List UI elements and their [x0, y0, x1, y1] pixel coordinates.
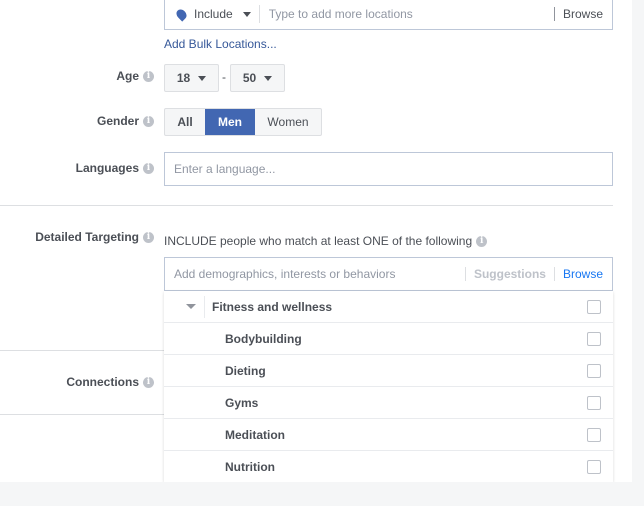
- suggestions-button[interactable]: Suggestions: [474, 267, 546, 281]
- detailed-targeting-input[interactable]: Add demographics, interests or behaviors: [174, 267, 465, 281]
- gender-women-button[interactable]: Women: [255, 109, 321, 135]
- location-pin-icon: [174, 6, 189, 22]
- item-label: Bodybuilding: [225, 331, 302, 346]
- include-dropdown[interactable]: Include: [194, 7, 251, 21]
- connections-label-text: Connections: [66, 375, 139, 389]
- list-item[interactable]: Nutrition: [164, 451, 613, 483]
- age-separator: -: [222, 70, 226, 84]
- scrollbar-track[interactable]: [632, 0, 644, 506]
- info-icon[interactable]: i: [476, 235, 488, 247]
- info-icon[interactable]: i: [143, 376, 154, 388]
- divider: [204, 295, 205, 318]
- item-label: Nutrition: [225, 459, 275, 474]
- info-icon[interactable]: i: [143, 162, 154, 174]
- languages-label-text: Languages: [75, 161, 139, 175]
- detailed-targeting-label: Detailed Targeting i: [35, 230, 154, 244]
- chevron-down-icon: [264, 75, 273, 81]
- divider: [258, 5, 260, 23]
- category-row[interactable]: Fitness and wellness: [164, 291, 613, 323]
- include-label: Include: [194, 7, 233, 21]
- detailed-targeting-input-box: Add demographics, interests or behaviors…: [164, 257, 613, 291]
- info-icon[interactable]: i: [143, 231, 154, 243]
- list-item[interactable]: Dieting: [164, 355, 613, 387]
- item-label: Meditation: [225, 427, 285, 442]
- section-divider: [0, 350, 164, 351]
- divider: [464, 267, 466, 281]
- browse-button[interactable]: Browse: [563, 267, 603, 281]
- language-input[interactable]: Enter a language...: [164, 152, 613, 186]
- age-label-text: Age: [116, 69, 139, 83]
- item-checkbox[interactable]: [587, 427, 601, 442]
- item-label: Gyms: [225, 395, 259, 410]
- section-divider: [0, 414, 164, 415]
- location-browse-button[interactable]: Browse: [563, 7, 603, 21]
- gender-label: Gender i: [97, 114, 154, 128]
- gender-label-text: Gender: [96, 114, 139, 128]
- add-bulk-locations-link[interactable]: Add Bulk Locations...: [164, 37, 277, 51]
- age-max-value: 50: [242, 71, 257, 85]
- gender-men-button[interactable]: Men: [205, 109, 255, 135]
- list-item[interactable]: Meditation: [164, 419, 613, 451]
- age-max-select[interactable]: 50: [230, 64, 285, 92]
- age-min-select[interactable]: 18: [164, 64, 219, 92]
- category-checkbox[interactable]: [587, 299, 601, 314]
- item-checkbox[interactable]: [587, 459, 601, 474]
- detailed-targeting-label-text: Detailed Targeting: [35, 230, 139, 244]
- list-item[interactable]: Bodybuilding: [164, 323, 613, 355]
- languages-label: Languages i: [76, 161, 154, 175]
- collapse-caret-icon[interactable]: [186, 304, 196, 309]
- page-footer-background: [0, 482, 644, 506]
- age-min-value: 18: [176, 71, 191, 85]
- location-search-input[interactable]: Type to add more locations: [269, 7, 554, 21]
- item-checkbox[interactable]: [587, 363, 601, 378]
- include-description: INCLUDE people who match at least ONE of…: [164, 234, 488, 248]
- gender-segmented-control: All Men Women: [164, 108, 322, 136]
- gender-all-button[interactable]: All: [165, 109, 205, 135]
- info-icon[interactable]: i: [143, 70, 154, 82]
- location-input-box: Include Type to add more locations Brows…: [164, 0, 613, 30]
- age-label: Age i: [116, 69, 154, 83]
- section-divider: [0, 205, 613, 206]
- divider: [553, 267, 555, 281]
- include-text: INCLUDE people who match at least ONE of…: [164, 234, 473, 248]
- item-checkbox[interactable]: [587, 331, 601, 346]
- divider: [553, 7, 555, 21]
- item-label: Dieting: [225, 363, 266, 378]
- info-icon[interactable]: i: [143, 115, 154, 127]
- list-item[interactable]: Gyms: [164, 387, 613, 419]
- item-checkbox[interactable]: [587, 395, 601, 410]
- chevron-down-icon: [198, 75, 207, 81]
- connections-label: Connections i: [66, 375, 154, 389]
- chevron-down-icon: [242, 11, 251, 17]
- category-label: Fitness and wellness: [212, 299, 333, 314]
